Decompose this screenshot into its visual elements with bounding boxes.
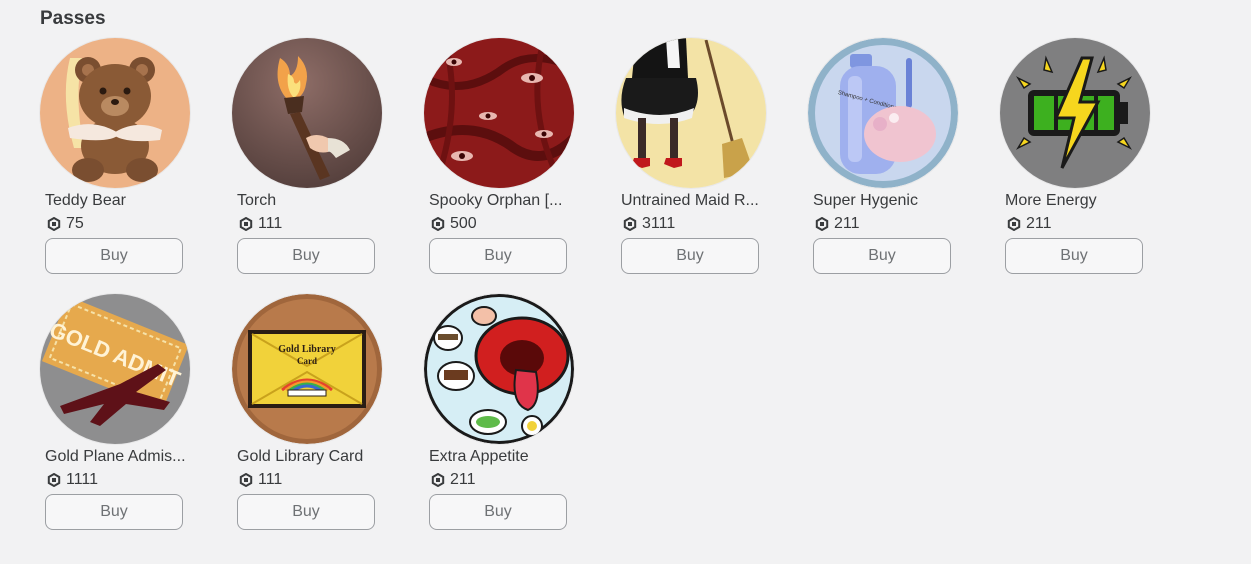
pass-name: Torch xyxy=(237,192,277,209)
price-value: 1111 xyxy=(66,471,99,488)
mouth-food-icon[interactable] xyxy=(424,294,574,444)
buy-button[interactable]: Buy xyxy=(237,494,375,530)
price-value: 111 xyxy=(258,215,283,232)
pass-price: 1111 xyxy=(47,471,98,489)
pass-price: 111 xyxy=(239,471,282,489)
buy-button[interactable]: Buy xyxy=(45,494,183,530)
pass-card-spooky-orphan: Spooky Orphan [... 500 Buy xyxy=(424,38,574,278)
pass-card-gold-plane-admission: GOLD ADMIT Gold Plane Admis... 1111 Buy xyxy=(40,294,190,534)
robux-icon xyxy=(623,217,637,231)
library-card-icon[interactable]: Gold Library Card xyxy=(232,294,382,444)
pass-price: 500 xyxy=(431,215,477,233)
maid-broom-icon[interactable] xyxy=(616,38,766,188)
pass-card-untrained-maid: Untrained Maid R... 3111 Buy xyxy=(616,38,766,278)
spooky-eyes-icon[interactable] xyxy=(424,38,574,188)
buy-button[interactable]: Buy xyxy=(45,238,183,274)
pass-price: 111 xyxy=(239,215,282,233)
robux-icon xyxy=(1007,217,1021,231)
robux-icon xyxy=(47,473,61,487)
pass-name: Untrained Maid R... xyxy=(621,192,759,209)
price-value: 211 xyxy=(450,471,476,488)
price-value: 211 xyxy=(834,215,860,232)
pass-name: More Energy xyxy=(1005,192,1097,209)
pass-price: 211 xyxy=(815,215,860,233)
robux-icon xyxy=(47,217,61,231)
price-value: 211 xyxy=(1026,215,1052,232)
buy-button[interactable]: Buy xyxy=(429,494,567,530)
battery-lightning-icon[interactable] xyxy=(1000,38,1150,188)
pass-card-super-hygenic: Shampoo + Conditioner Super Hygenic 211 … xyxy=(808,38,958,278)
pass-name: Gold Library Card xyxy=(237,448,364,465)
pass-card-torch: Torch 111 Buy xyxy=(232,38,382,278)
library-card-title: Gold Library xyxy=(278,344,336,355)
buy-button[interactable]: Buy xyxy=(429,238,567,274)
robux-icon xyxy=(815,217,829,231)
pass-price: 211 xyxy=(431,471,476,489)
section-title: Passes xyxy=(40,8,106,29)
pass-price: 75 xyxy=(47,215,84,233)
robux-icon xyxy=(239,217,253,231)
price-value: 75 xyxy=(66,215,84,232)
pass-name: Super Hygenic xyxy=(813,192,918,209)
buy-button[interactable]: Buy xyxy=(1005,238,1143,274)
gold-plane-ticket-icon[interactable]: GOLD ADMIT xyxy=(40,294,190,444)
pass-price: 211 xyxy=(1007,215,1052,233)
pass-name: Extra Appetite xyxy=(429,448,529,465)
pass-name: Spooky Orphan [... xyxy=(429,192,563,209)
pass-price: 3111 xyxy=(623,215,675,233)
shampoo-bottle-icon[interactable]: Shampoo + Conditioner xyxy=(808,38,958,188)
robux-icon xyxy=(431,473,445,487)
torch-icon[interactable] xyxy=(232,38,382,188)
price-value: 3111 xyxy=(642,215,676,232)
buy-button[interactable]: Buy xyxy=(621,238,759,274)
pass-card-teddy-bear: Teddy Bear 75 Buy xyxy=(40,38,190,278)
pass-card-gold-library-card: Gold Library Card Gold Library Card 111 … xyxy=(232,294,382,534)
pass-card-more-energy: More Energy 211 Buy xyxy=(1000,38,1150,278)
pass-name: Gold Plane Admis... xyxy=(45,448,185,465)
teddy-bear-icon[interactable] xyxy=(40,38,190,188)
robux-icon xyxy=(431,217,445,231)
price-value: 111 xyxy=(258,471,283,488)
buy-button[interactable]: Buy xyxy=(237,238,375,274)
robux-icon xyxy=(239,473,253,487)
pass-name: Teddy Bear xyxy=(45,192,126,209)
buy-button[interactable]: Buy xyxy=(813,238,951,274)
pass-card-extra-appetite: Extra Appetite 211 Buy xyxy=(424,294,574,534)
price-value: 500 xyxy=(450,215,477,232)
library-card-sub: Card xyxy=(297,356,317,366)
